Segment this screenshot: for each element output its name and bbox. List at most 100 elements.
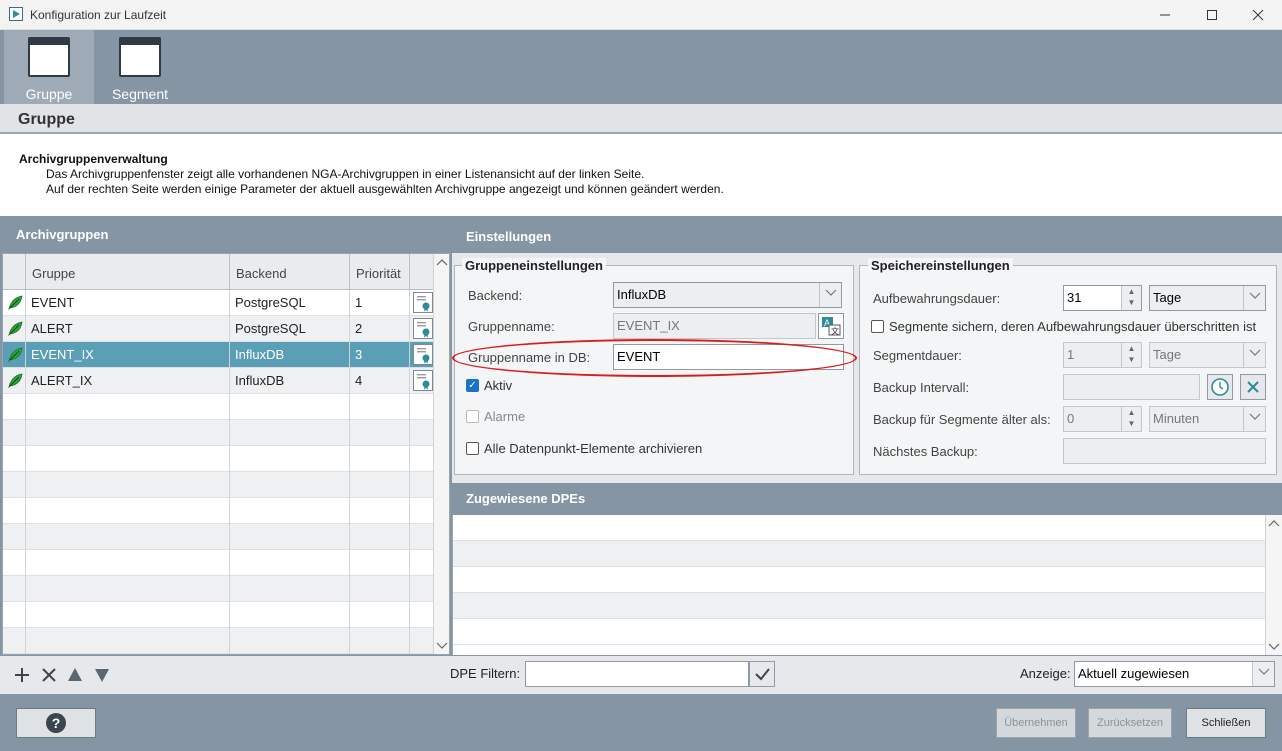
retention-unit-select[interactable]: Tage	[1149, 285, 1266, 311]
spin-arrows-icon[interactable]: ▲ ▼	[1121, 286, 1141, 310]
alarms-checkbox[interactable]	[466, 410, 479, 423]
window-icon	[119, 37, 161, 77]
empty-cell	[410, 524, 435, 550]
list-item[interactable]	[453, 567, 1266, 593]
backup-older-label: Backup für Segmente älter als:	[873, 412, 1051, 427]
chevron-up-icon[interactable]	[434, 256, 450, 270]
segment-duration-value: 1	[1067, 347, 1075, 362]
backup-older-unit-select[interactable]: Minuten	[1149, 406, 1266, 432]
list-item[interactable]	[453, 541, 1266, 567]
minimize-button[interactable]	[1142, 0, 1188, 30]
db-name-label: Gruppenname in DB:	[468, 350, 591, 365]
table-row[interactable]	[3, 498, 435, 524]
footer: ? Übernehmen Zurücksetzen Schließen	[0, 694, 1282, 751]
backup-interval-field[interactable]	[1063, 374, 1200, 400]
tab-segment[interactable]: Segment	[95, 30, 185, 104]
minimize-icon	[1160, 14, 1170, 16]
apply-button[interactable]: Übernehmen	[996, 708, 1076, 738]
archive-all-checkbox[interactable]	[466, 442, 479, 455]
backup-older-spinbox[interactable]: 0 ▲ ▼	[1063, 406, 1142, 432]
maximize-button[interactable]	[1189, 0, 1235, 30]
dpe-filter-input[interactable]	[525, 661, 749, 687]
segment-duration-spinbox[interactable]: 1 ▲ ▼	[1063, 342, 1142, 368]
chevron-up-icon[interactable]	[1266, 517, 1282, 531]
group-name-field[interactable]: EVENT_IX	[613, 313, 816, 339]
table-row[interactable]: EVENT PostgreSQL 1	[3, 290, 435, 316]
table-row[interactable]: EVENT_IX InfluxDB 3	[3, 342, 435, 368]
tab-gruppe[interactable]: Gruppe	[4, 30, 94, 104]
status-cell	[3, 316, 26, 342]
empty-cell	[230, 628, 350, 654]
apply-filter-button[interactable]	[749, 661, 775, 687]
translate-button[interactable]: A 文	[818, 313, 844, 339]
delete-icon[interactable]	[40, 666, 58, 684]
segment-duration-label: Segmentdauer:	[873, 348, 962, 363]
close-button[interactable]: Schließen	[1186, 708, 1266, 738]
certificate-icon[interactable]	[413, 292, 433, 313]
empty-cell	[410, 576, 435, 602]
table-row[interactable]	[3, 602, 435, 628]
chevron-down-icon	[1252, 662, 1274, 686]
header-backend[interactable]: Backend	[230, 254, 350, 290]
clock-button[interactable]	[1207, 374, 1233, 400]
empty-cell	[230, 394, 350, 420]
empty-cell	[3, 550, 26, 576]
header-priority[interactable]: Priorität	[350, 254, 410, 290]
certificate-icon[interactable]	[413, 344, 433, 365]
chevron-down-icon[interactable]	[1266, 639, 1282, 653]
description-title: Archivgruppenverwaltung	[19, 152, 168, 166]
group-cell: EVENT_IX	[26, 342, 230, 368]
table-row[interactable]	[3, 420, 435, 446]
move-up-icon[interactable]	[66, 666, 84, 684]
table-row[interactable]	[3, 394, 435, 420]
table-row[interactable]: ALERT PostgreSQL 2	[3, 316, 435, 342]
close-window-button[interactable]	[1235, 0, 1281, 30]
empty-cell	[410, 602, 435, 628]
table-row[interactable]	[3, 446, 435, 472]
empty-cell	[26, 628, 230, 654]
table-row[interactable]: ALERT_IX InfluxDB 4	[3, 368, 435, 394]
backend-select[interactable]: InfluxDB	[613, 282, 842, 308]
clock-icon	[1211, 378, 1229, 396]
certificate-cell	[410, 290, 435, 316]
app-icon	[9, 7, 23, 21]
certificate-icon[interactable]	[413, 370, 433, 391]
display-select[interactable]: Aktuell zugewiesen	[1074, 661, 1275, 687]
close-icon	[1252, 9, 1264, 21]
empty-cell	[3, 576, 26, 602]
clear-button[interactable]	[1240, 374, 1266, 400]
priority-cell: 2	[350, 316, 410, 342]
move-down-icon[interactable]	[93, 666, 111, 684]
table-row[interactable]	[3, 472, 435, 498]
list-item[interactable]	[453, 515, 1266, 541]
help-button[interactable]: ?	[16, 708, 96, 738]
chevron-down-icon[interactable]	[434, 638, 450, 652]
active-checkbox[interactable]: ✓	[466, 379, 479, 392]
reset-button[interactable]: Zurücksetzen	[1088, 708, 1172, 738]
empty-cell	[410, 394, 435, 420]
backup-expired-checkbox[interactable]	[871, 320, 884, 333]
list-item[interactable]	[453, 619, 1266, 645]
empty-cell	[3, 472, 26, 498]
add-icon[interactable]	[13, 666, 31, 684]
table-scrollbar[interactable]	[433, 254, 449, 654]
list-item[interactable]	[453, 593, 1266, 619]
table-row[interactable]	[3, 524, 435, 550]
table-row[interactable]	[3, 628, 435, 654]
db-name-field[interactable]: EVENT	[613, 344, 844, 370]
chevron-down-icon	[1243, 286, 1265, 310]
description-line-2: Auf der rechten Seite werden einige Para…	[46, 182, 724, 196]
table-row[interactable]	[3, 550, 435, 576]
table-row[interactable]	[3, 576, 435, 602]
dpe-scrollbar[interactable]	[1265, 515, 1282, 655]
backend-cell: PostgreSQL	[230, 316, 350, 342]
assigned-dpes-title: Zugewiesene DPEs	[466, 491, 586, 506]
header-gruppe[interactable]: Gruppe	[26, 254, 230, 290]
leaf-status-icon	[8, 295, 23, 310]
segment-duration-unit-select[interactable]: Tage	[1149, 342, 1266, 368]
spin-arrows-icon[interactable]: ▲ ▼	[1121, 343, 1141, 367]
certificate-icon[interactable]	[413, 318, 433, 339]
spin-arrows-icon[interactable]: ▲ ▼	[1121, 407, 1141, 431]
empty-cell	[230, 550, 350, 576]
retention-spinbox[interactable]: 31 ▲ ▼	[1063, 285, 1142, 311]
